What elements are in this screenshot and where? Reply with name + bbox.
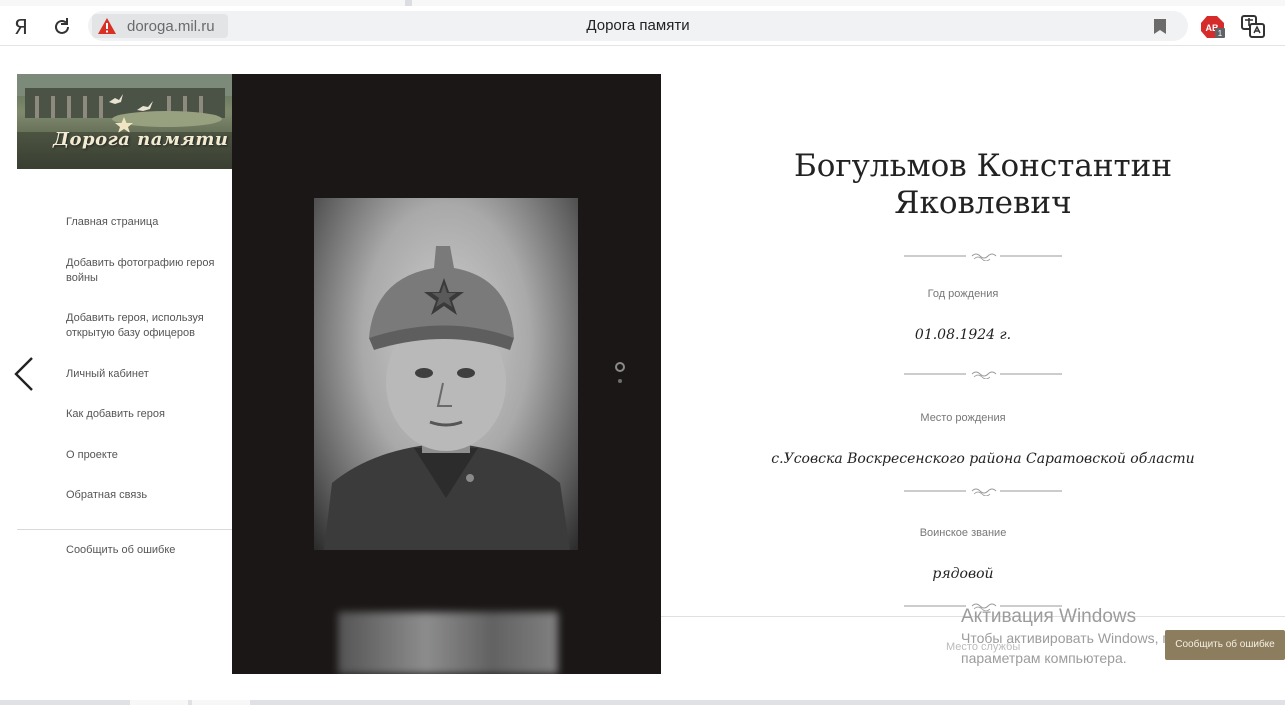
taskbar xyxy=(0,700,1285,705)
menu-item-report-error[interactable]: Сообщить об ошибке xyxy=(66,543,226,558)
yandex-logo[interactable]: Я xyxy=(14,15,28,39)
hero-portrait-photo[interactable] xyxy=(314,198,578,550)
taskbar-item[interactable] xyxy=(192,700,250,705)
hero-name: Богульмов Константин Яковлевич xyxy=(793,148,1173,221)
translate-extension-icon[interactable] xyxy=(1240,14,1266,40)
gallery-dot-active[interactable] xyxy=(615,362,625,372)
menu-item-add-hero-officers[interactable]: Добавить героя, используя открытую базу … xyxy=(66,311,226,341)
field-label-birth-date: Год рождения xyxy=(927,288,999,300)
menu-item-add-photo[interactable]: Добавить фотографию героя войны xyxy=(66,256,226,286)
memorial-illustration xyxy=(17,74,232,169)
menu-item-home[interactable]: Главная страница xyxy=(66,215,226,230)
bookmark-icon[interactable] xyxy=(1154,19,1166,34)
portrait-illustration xyxy=(324,246,570,550)
field-value-rank: рядовой xyxy=(932,566,994,582)
menu-item-account[interactable]: Личный кабинет xyxy=(66,367,226,382)
menu-item-about[interactable]: О проекте xyxy=(66,448,226,463)
ornament-divider xyxy=(904,603,1062,611)
field-label-service-place: Место службы xyxy=(946,641,1021,653)
site-logo[interactable]: Дорога памяти xyxy=(17,74,232,169)
gallery-dot[interactable] xyxy=(618,379,622,383)
ornament-divider xyxy=(904,253,1062,261)
browser-toolbar: Я dorogа.mil.ru Дорога памяти AB 1 xyxy=(0,6,1285,46)
ornament-divider xyxy=(904,371,1062,379)
adblock-extension-icon[interactable]: AB 1 xyxy=(1200,15,1226,39)
photo-gallery xyxy=(232,74,661,674)
field-value-birth-place: с.Усовска Воскресенского района Саратовс… xyxy=(771,451,1195,467)
details-divider xyxy=(661,616,1285,617)
svg-text:1: 1 xyxy=(1218,29,1223,38)
taskbar-item[interactable] xyxy=(130,700,188,705)
address-bar[interactable]: dorogа.mil.ru Дорога памяти xyxy=(88,11,1188,41)
menu-item-feedback[interactable]: Обратная связь xyxy=(66,488,226,503)
page-title: Дорога памяти xyxy=(586,17,690,34)
ornament-divider xyxy=(904,488,1062,496)
sidebar: Дорога памяти Главная страница Добавить … xyxy=(17,74,232,674)
reload-icon[interactable] xyxy=(51,16,73,38)
field-label-birth-place: Место рождения xyxy=(920,412,1006,424)
site-logo-text: Дорога памяти xyxy=(53,129,229,150)
chevron-left-icon[interactable] xyxy=(12,356,36,392)
field-label-rank: Воинское звание xyxy=(919,527,1007,539)
report-error-button[interactable]: Сообщить об ошибке xyxy=(1165,630,1285,660)
hero-details: Богульмов Константин Яковлевич Год рожде… xyxy=(661,74,1285,705)
menu-item-how-to-add[interactable]: Как добавить героя xyxy=(66,407,226,422)
menu-divider xyxy=(17,529,232,530)
blurred-next-photo[interactable] xyxy=(338,612,558,674)
field-value-birth-date: 01.08.1924 г. xyxy=(914,327,1012,343)
